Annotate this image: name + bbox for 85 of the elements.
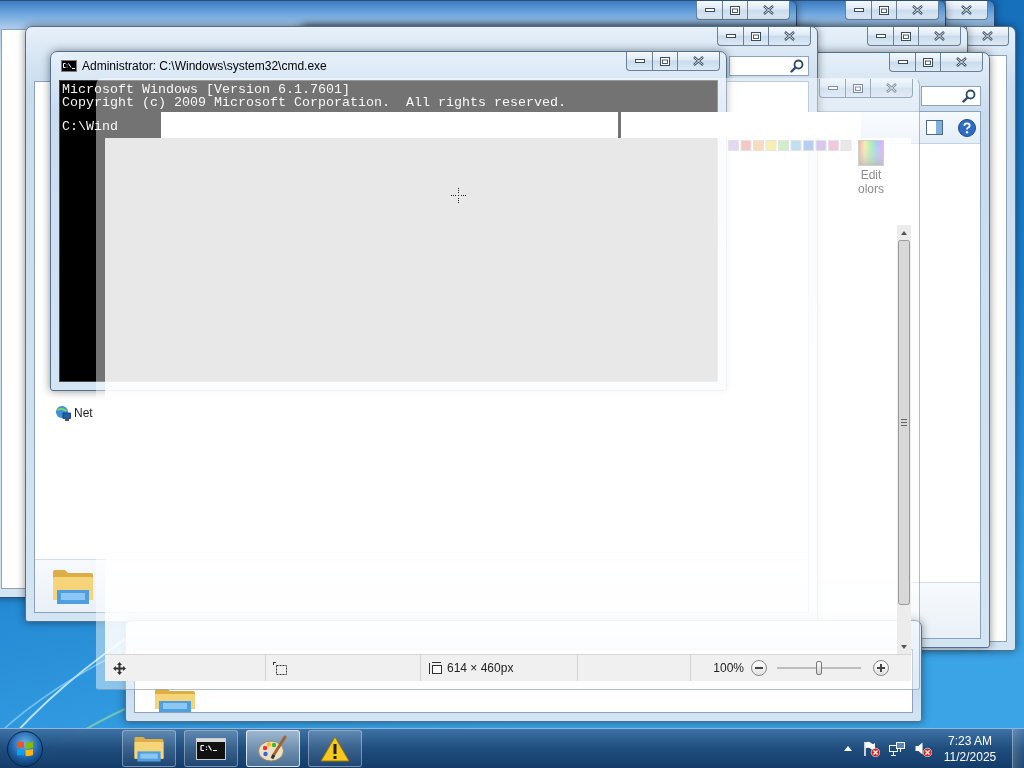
speaker-icon[interactable]	[914, 740, 932, 757]
start-button[interactable]	[6, 729, 44, 768]
image-size-icon	[428, 661, 442, 675]
close-button[interactable]	[747, 1, 790, 20]
close-button[interactable]	[768, 27, 811, 46]
maximize-icon	[660, 56, 670, 66]
console-icon	[61, 60, 77, 72]
close-icon	[934, 31, 945, 41]
network-icon[interactable]	[888, 740, 906, 757]
color-spectrum-icon	[858, 140, 884, 166]
close-button[interactable]	[945, 1, 988, 20]
vertical-scrollbar[interactable]	[897, 225, 911, 655]
search-icon	[790, 59, 804, 73]
maximize-button[interactable]	[871, 1, 896, 20]
minimize-icon	[897, 60, 908, 64]
maximize-icon	[751, 31, 761, 41]
minimize-icon	[634, 59, 645, 63]
close-button[interactable]	[966, 27, 1009, 46]
selection-size-icon	[273, 661, 287, 675]
minimize-icon	[725, 34, 736, 38]
help-icon[interactable]	[958, 118, 976, 137]
zoom-out-button[interactable]	[751, 660, 767, 676]
warning-icon	[320, 735, 350, 762]
close-icon	[693, 56, 704, 66]
search-field[interactable]	[729, 56, 809, 76]
caret-up-icon	[844, 746, 852, 751]
console-icon	[196, 737, 226, 760]
maximize-button[interactable]	[915, 53, 940, 72]
palette-icon	[258, 734, 288, 763]
zoom-in-button[interactable]	[873, 660, 889, 676]
plus-icon	[877, 664, 885, 672]
flag-icon[interactable]	[862, 740, 880, 757]
clock[interactable]: 7:23 AM 11/2/2025	[940, 732, 1000, 765]
preview-pane-icon[interactable]	[926, 120, 943, 135]
color-swatches[interactable]	[728, 140, 853, 151]
console-prompt: C:\Wind	[62, 120, 118, 133]
minimize-button[interactable]	[696, 1, 722, 20]
close-button[interactable]	[940, 53, 983, 72]
window-title: Administrator: C:\Windows\system32\cmd.exe	[82, 59, 327, 73]
maximize-icon	[730, 5, 740, 15]
minimize-icon	[827, 86, 838, 90]
close-icon	[912, 5, 923, 15]
show-desktop-button[interactable]	[1012, 729, 1024, 768]
close-button[interactable]	[677, 52, 720, 71]
close-icon	[956, 57, 967, 67]
folder-icon	[153, 689, 197, 712]
folder-icon	[133, 734, 165, 763]
taskbar-button[interactable]	[122, 730, 176, 767]
search-icon	[962, 89, 976, 103]
taskbar-button[interactable]	[308, 730, 362, 767]
slider-thumb[interactable]	[816, 661, 822, 675]
image-size-text: 614 × 460px	[447, 661, 514, 675]
maximize-button[interactable]	[722, 1, 747, 20]
minimize-button[interactable]	[845, 1, 871, 20]
minimize-icon	[875, 34, 886, 38]
minimize-button[interactable]	[626, 52, 652, 71]
nav-item[interactable]: Net	[55, 405, 93, 421]
maximize-icon	[879, 5, 889, 15]
close-button[interactable]	[918, 27, 961, 46]
close-icon	[784, 31, 795, 41]
crosshair-cursor-icon	[451, 188, 466, 203]
taskbar-button[interactable]	[184, 730, 238, 767]
move-icon	[113, 661, 126, 675]
minimize-button[interactable]	[717, 27, 743, 46]
zoom-level-text: 100%	[713, 661, 744, 675]
start-orb-icon	[7, 730, 43, 767]
minimize-icon	[704, 8, 715, 12]
network-icon	[55, 405, 71, 421]
close-icon	[982, 31, 993, 41]
minus-icon	[755, 667, 763, 669]
maximize-button[interactable]	[893, 27, 918, 46]
maximize-icon	[853, 83, 863, 93]
edit-colors-button[interactable]: Edit olors	[853, 140, 889, 196]
minimize-button[interactable]	[867, 27, 893, 46]
close-icon	[886, 83, 897, 93]
close-icon	[763, 5, 774, 15]
search-field[interactable]	[921, 86, 981, 106]
maximize-icon	[901, 31, 911, 41]
minimize-icon	[853, 8, 864, 12]
close-button[interactable]	[896, 1, 939, 20]
maximize-icon	[923, 57, 933, 67]
close-icon	[961, 5, 972, 15]
minimize-button[interactable]	[889, 53, 915, 72]
maximize-button[interactable]	[652, 52, 677, 71]
maximize-button[interactable]	[743, 27, 768, 46]
